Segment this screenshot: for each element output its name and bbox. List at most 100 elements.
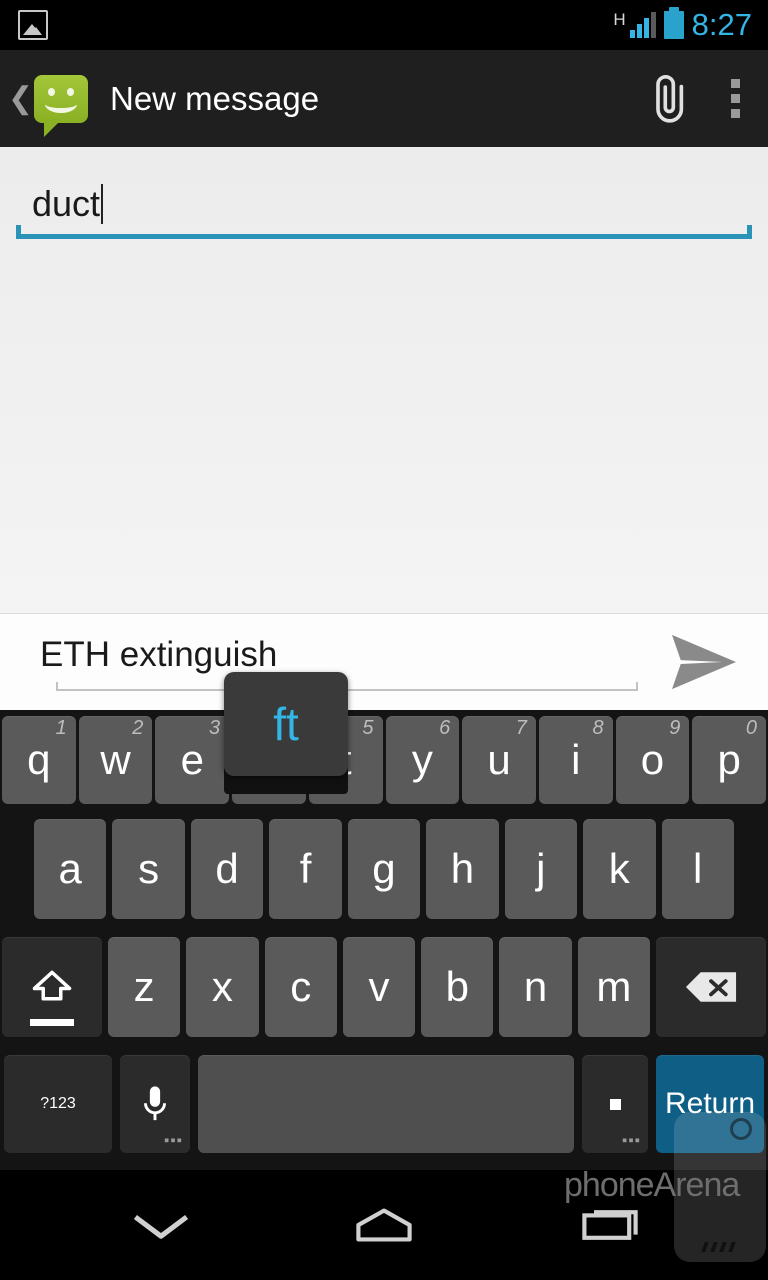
key-number-hint: 1: [55, 717, 67, 739]
key-number-hint: 5: [362, 717, 374, 739]
period-key[interactable]: ▪▪▪: [582, 1055, 648, 1153]
key-label: j: [536, 845, 546, 892]
status-bar: H 8:27: [0, 0, 768, 50]
key-y[interactable]: y6: [385, 716, 460, 804]
key-e[interactable]: e3: [155, 716, 230, 804]
key-number-hint: 6: [439, 717, 451, 739]
messaging-app-icon[interactable]: [34, 74, 88, 137]
key-c[interactable]: c: [264, 937, 337, 1037]
keyboard-row-4: ?123 ▪▪▪ ▪▪▪ Return: [0, 1046, 768, 1162]
key-f[interactable]: f: [269, 819, 342, 919]
recipient-value: duct: [32, 183, 101, 224]
on-screen-keyboard: q1w2e3r4t5y6u7i8o9p0 asdfghjkl zxcvbnm ?…: [0, 710, 768, 1170]
hide-keyboard-chevron-icon: [133, 1214, 189, 1239]
key-i[interactable]: i8: [538, 716, 613, 804]
key-label: u: [487, 736, 511, 783]
paperclip-icon[interactable]: [632, 50, 702, 147]
key-label: i: [571, 736, 581, 783]
key-label: o: [640, 736, 665, 783]
message-body-area: duct: [0, 147, 768, 613]
key-l[interactable]: l: [661, 819, 734, 919]
keyboard-row-3: z x c vbn m: [0, 928, 768, 1046]
key-number-hint: 0: [745, 717, 758, 739]
key-d[interactable]: d: [190, 819, 264, 919]
network-type-label: H: [613, 10, 626, 29]
recents-button[interactable]: [545, 1170, 675, 1280]
overflow-menu-icon[interactable]: [702, 50, 768, 147]
key-label: a: [58, 845, 82, 892]
key-z[interactable]: z: [108, 937, 181, 1037]
microphone-icon: [144, 1086, 166, 1121]
period-more-dots: ▪▪▪: [622, 1132, 641, 1149]
return-key[interactable]: Return: [656, 1055, 764, 1153]
shift-lock-bar: [30, 1019, 74, 1026]
send-arrow-icon: [672, 634, 736, 690]
key-a[interactable]: a: [34, 819, 107, 919]
key-x[interactable]: x: [186, 937, 259, 1037]
period-dot-icon: [609, 1098, 621, 1110]
backspace-key[interactable]: [655, 937, 766, 1037]
keyboard-row-2: a s d f ghj kl: [0, 810, 768, 928]
key-label: e: [180, 736, 204, 783]
key-label: w: [100, 736, 131, 783]
backspace-icon: [685, 972, 737, 1002]
home-icon: [356, 1208, 412, 1242]
shift-arrow-icon: [32, 970, 72, 1001]
key-label: p: [717, 736, 741, 783]
key-label: x: [211, 963, 233, 1010]
symbols-key[interactable]: ?123: [4, 1055, 112, 1153]
status-bar-clock: 8:27: [691, 7, 752, 42]
key-k[interactable]: k: [583, 819, 656, 919]
key-g[interactable]: g: [347, 819, 421, 919]
message-value: ETH extinguish: [40, 635, 278, 674]
recipient-input[interactable]: duct: [32, 183, 104, 225]
key-q[interactable]: q1: [2, 716, 76, 804]
recents-icon: [582, 1210, 638, 1240]
key-label: k: [608, 845, 630, 892]
key-h[interactable]: h: [426, 819, 499, 919]
key-label: m: [596, 963, 632, 1010]
text-caret: [101, 184, 104, 224]
compose-bar: ETH extinguish: [0, 613, 768, 710]
key-number-hint: 3: [208, 717, 221, 739]
key-v[interactable]: v: [342, 937, 416, 1037]
key-number-hint: 7: [515, 717, 527, 739]
status-bar-notifications: [0, 10, 48, 40]
key-m[interactable]: m: [577, 937, 650, 1037]
action-bar: ❮ New message: [0, 50, 768, 147]
key-label: v: [368, 963, 390, 1010]
hide-keyboard-button[interactable]: [96, 1170, 226, 1280]
key-number-hint: 2: [132, 717, 144, 739]
image-icon: [18, 10, 48, 40]
key-j[interactable]: j: [504, 819, 578, 919]
home-button[interactable]: [319, 1170, 449, 1280]
recipient-field[interactable]: duct: [16, 167, 752, 247]
key-w[interactable]: w2: [78, 716, 153, 804]
key-number-hint: 9: [669, 717, 681, 739]
action-bar-actions: [632, 50, 768, 147]
space-key[interactable]: [198, 1055, 574, 1153]
navigation-bar: [0, 1170, 768, 1280]
page-title: New message: [110, 79, 320, 117]
shift-key[interactable]: [2, 937, 102, 1037]
key-o[interactable]: o9: [615, 716, 690, 804]
key-label: f: [299, 845, 312, 892]
key-label: d: [215, 845, 239, 892]
mic-more-dots: ▪▪▪: [164, 1132, 183, 1149]
microphone-key[interactable]: ▪▪▪: [120, 1055, 190, 1153]
key-label: q: [27, 736, 51, 783]
key-p[interactable]: p0: [692, 716, 767, 804]
key-label: z: [133, 963, 155, 1010]
key-u[interactable]: u7: [462, 716, 536, 804]
key-label: s: [138, 845, 160, 892]
back-chevron-icon[interactable]: ❮: [8, 83, 33, 114]
key-n[interactable]: n: [499, 937, 572, 1037]
key-preview-popup: ft: [224, 672, 348, 776]
key-s[interactable]: s: [112, 819, 185, 919]
key-label: n: [523, 963, 548, 1010]
send-button[interactable]: [638, 614, 768, 711]
key-label: c: [290, 963, 312, 1010]
key-b[interactable]: b: [421, 937, 494, 1037]
signal-bars-icon: [629, 12, 656, 38]
key-label: g: [372, 845, 396, 892]
